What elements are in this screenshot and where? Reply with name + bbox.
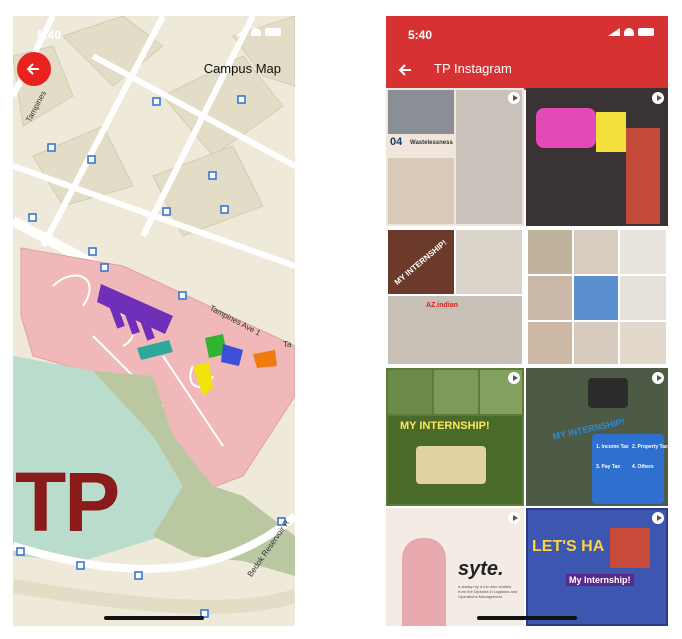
play-icon	[508, 92, 520, 104]
photo	[536, 108, 596, 148]
page-title: TP Instagram	[434, 61, 512, 76]
photo	[388, 90, 454, 134]
caption-text: Wastelessness	[410, 140, 453, 146]
photo	[610, 528, 650, 568]
play-icon	[508, 372, 520, 384]
caption-small: a startup by a trio who studied from the…	[458, 584, 518, 599]
road-label-ta: Ta	[283, 340, 292, 349]
caption-text: My Internship!	[566, 574, 634, 586]
back-button[interactable]	[17, 52, 51, 86]
photo	[574, 276, 618, 320]
battery-icon	[638, 28, 654, 36]
campus-map-screen: TP Tampines Tampines Ave 1 Ta Bedok Rese…	[13, 16, 295, 626]
photo	[588, 378, 628, 408]
caption-text: MY INTERNSHIP!	[400, 420, 490, 432]
badge-text: 04	[390, 136, 403, 148]
photo	[574, 322, 618, 364]
photo	[434, 370, 478, 414]
photo	[620, 230, 666, 274]
post-tile[interactable]: syte. a startup by a trio who studied fr…	[386, 508, 524, 626]
post-tile[interactable]: MY INTERNSHIP! AZ.indian	[386, 228, 524, 366]
caption-text: syte.	[458, 558, 504, 580]
photo	[456, 90, 522, 224]
kiosk-option: 4. Others	[632, 464, 654, 470]
back-button[interactable]	[396, 60, 416, 80]
wifi-icon	[624, 28, 634, 36]
battery-icon	[265, 28, 281, 36]
play-icon	[652, 372, 664, 384]
signal-icon	[608, 28, 620, 36]
post-tile[interactable]: 04 Wastelessness	[386, 88, 524, 226]
photo	[388, 370, 432, 414]
post-tile[interactable]: LET'S HA My Internship!	[526, 508, 668, 626]
photo	[528, 322, 572, 364]
post-tile[interactable]	[526, 88, 668, 226]
home-indicator[interactable]	[477, 616, 577, 620]
instagram-screen: 5:40 TP Instagram 04 Wastelessness MY IN…	[386, 16, 668, 626]
photo	[388, 158, 454, 224]
play-icon	[652, 512, 664, 524]
home-indicator[interactable]	[104, 616, 204, 620]
photo	[528, 276, 572, 320]
caption-text: LET'S HA	[532, 538, 605, 555]
post-grid: 04 Wastelessness MY INTERNSHIP! AZ.india…	[386, 88, 668, 626]
photo	[574, 230, 618, 274]
post-tile[interactable]: MY INTERNSHIP! 1. Income Tax 2. Property…	[526, 368, 668, 506]
kiosk-option: 1. Income Tax	[596, 444, 629, 450]
photo	[416, 446, 486, 484]
status-time: 5:40	[408, 28, 433, 42]
kiosk-option: 2. Property Tax	[632, 444, 668, 450]
photo	[620, 276, 666, 320]
status-time: 5:40	[37, 28, 62, 42]
status-icons	[608, 28, 654, 36]
photo	[528, 230, 572, 274]
page-title: Campus Map	[203, 61, 281, 76]
caption-text: AZ.indian	[426, 302, 458, 309]
signal-icon	[235, 28, 247, 36]
post-tile[interactable]: MY INTERNSHIP!	[386, 368, 524, 506]
photo	[596, 112, 626, 152]
photo	[620, 322, 666, 364]
post-tile[interactable]	[526, 228, 668, 366]
photo	[402, 538, 446, 626]
kiosk-option: 3. Pay Tax	[596, 464, 621, 470]
wifi-icon	[251, 28, 261, 36]
arrow-left-icon	[398, 64, 411, 76]
status-icons	[235, 28, 281, 36]
play-icon	[508, 512, 520, 524]
photo	[626, 128, 660, 224]
arrow-left-icon	[26, 63, 39, 75]
campus-logo: TP	[15, 455, 120, 549]
play-icon	[652, 92, 664, 104]
photo	[456, 230, 522, 294]
